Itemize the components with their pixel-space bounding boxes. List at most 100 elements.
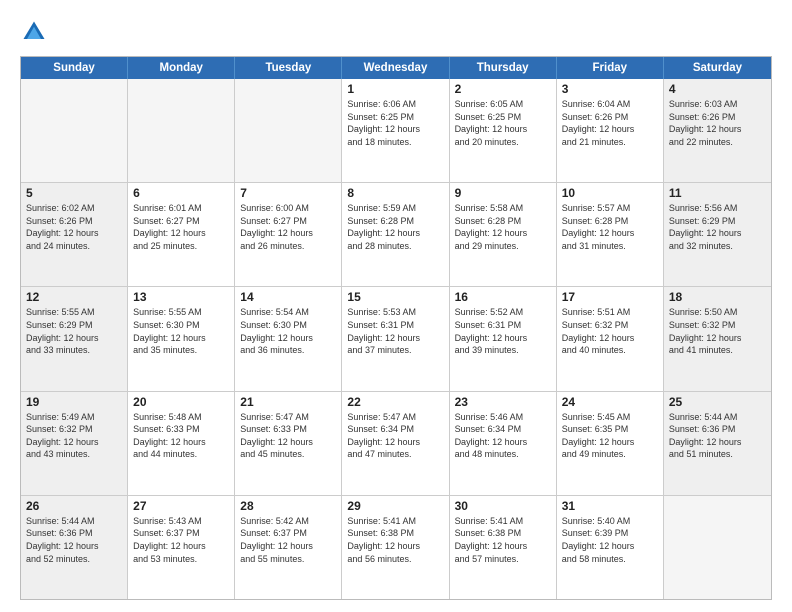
calendar: SundayMondayTuesdayWednesdayThursdayFrid… bbox=[20, 56, 772, 600]
day-number: 30 bbox=[455, 499, 551, 513]
day-info: Sunrise: 5:54 AM Sunset: 6:30 PM Dayligh… bbox=[240, 306, 336, 356]
day-number: 23 bbox=[455, 395, 551, 409]
day-info: Sunrise: 5:58 AM Sunset: 6:28 PM Dayligh… bbox=[455, 202, 551, 252]
page: SundayMondayTuesdayWednesdayThursdayFrid… bbox=[0, 0, 792, 612]
day-number: 25 bbox=[669, 395, 766, 409]
header bbox=[20, 18, 772, 46]
weekday-header: Wednesday bbox=[342, 57, 449, 79]
day-info: Sunrise: 5:50 AM Sunset: 6:32 PM Dayligh… bbox=[669, 306, 766, 356]
calendar-cell: 30Sunrise: 5:41 AM Sunset: 6:38 PM Dayli… bbox=[450, 496, 557, 599]
calendar-cell bbox=[235, 79, 342, 182]
day-number: 16 bbox=[455, 290, 551, 304]
day-info: Sunrise: 5:57 AM Sunset: 6:28 PM Dayligh… bbox=[562, 202, 658, 252]
day-number: 28 bbox=[240, 499, 336, 513]
day-info: Sunrise: 6:05 AM Sunset: 6:25 PM Dayligh… bbox=[455, 98, 551, 148]
calendar-cell: 31 Sunrise: 5:40 AM Sunset: 6:39 PM Dayli… bbox=[557, 496, 664, 599]
calendar-cell bbox=[21, 79, 128, 182]
day-number: 7 bbox=[240, 186, 336, 200]
day-info: Sunrise: 5:55 AM Sunset: 6:30 PM Dayligh… bbox=[133, 306, 229, 356]
day-info: Sunrise: 5:59 AM Sunset: 6:28 PM Dayligh… bbox=[347, 202, 443, 252]
day-number: 6 bbox=[133, 186, 229, 200]
weekday-header: Friday bbox=[557, 57, 664, 79]
weekday-header: Sunday bbox=[21, 57, 128, 79]
day-info: Sunrise: 5:49 AM Sunset: 6:32 PM Dayligh… bbox=[26, 411, 122, 461]
calendar-cell: 5Sunrise: 6:02 AM Sunset: 6:26 PM Daylig… bbox=[21, 183, 128, 286]
day-number: 31 bbox=[562, 499, 658, 513]
calendar-cell: 2 Sunrise: 6:05 AM Sunset: 6:25 PM Daylig… bbox=[450, 79, 557, 182]
calendar-body: 1 Sunrise: 6:06 AM Sunset: 6:25 PM Daylig… bbox=[21, 79, 771, 599]
calendar-cell: 7 Sunrise: 6:00 AM Sunset: 6:27 PM Daylig… bbox=[235, 183, 342, 286]
day-info: Sunrise: 5:44 AM Sunset: 6:36 PM Dayligh… bbox=[26, 515, 122, 565]
day-info: Sunrise: 6:00 AM Sunset: 6:27 PM Dayligh… bbox=[240, 202, 336, 252]
day-number: 5 bbox=[26, 186, 122, 200]
day-info: Sunrise: 5:47 AM Sunset: 6:34 PM Dayligh… bbox=[347, 411, 443, 461]
day-info: Sunrise: 5:46 AM Sunset: 6:34 PM Dayligh… bbox=[455, 411, 551, 461]
day-info: Sunrise: 5:42 AM Sunset: 6:37 PM Dayligh… bbox=[240, 515, 336, 565]
day-info: Sunrise: 5:41 AM Sunset: 6:38 PM Dayligh… bbox=[347, 515, 443, 565]
day-number: 13 bbox=[133, 290, 229, 304]
day-number: 15 bbox=[347, 290, 443, 304]
calendar-cell: 17Sunrise: 5:51 AM Sunset: 6:32 PM Dayli… bbox=[557, 287, 664, 390]
calendar-cell: 26 Sunrise: 5:44 AM Sunset: 6:36 PM Dayli… bbox=[21, 496, 128, 599]
calendar-cell: 22 Sunrise: 5:47 AM Sunset: 6:34 PM Dayli… bbox=[342, 392, 449, 495]
day-info: Sunrise: 6:06 AM Sunset: 6:25 PM Dayligh… bbox=[347, 98, 443, 148]
logo bbox=[20, 18, 52, 46]
day-number: 4 bbox=[669, 82, 766, 96]
calendar-row: 19 Sunrise: 5:49 AM Sunset: 6:32 PM Dayli… bbox=[21, 391, 771, 495]
day-number: 18 bbox=[669, 290, 766, 304]
day-info: Sunrise: 5:48 AM Sunset: 6:33 PM Dayligh… bbox=[133, 411, 229, 461]
calendar-row: 5Sunrise: 6:02 AM Sunset: 6:26 PM Daylig… bbox=[21, 182, 771, 286]
day-number: 8 bbox=[347, 186, 443, 200]
day-info: Sunrise: 6:04 AM Sunset: 6:26 PM Dayligh… bbox=[562, 98, 658, 148]
day-info: Sunrise: 5:55 AM Sunset: 6:29 PM Dayligh… bbox=[26, 306, 122, 356]
calendar-cell: 24Sunrise: 5:45 AM Sunset: 6:35 PM Dayli… bbox=[557, 392, 664, 495]
calendar-cell: 14 Sunrise: 5:54 AM Sunset: 6:30 PM Dayli… bbox=[235, 287, 342, 390]
logo-icon bbox=[20, 18, 48, 46]
day-info: Sunrise: 5:53 AM Sunset: 6:31 PM Dayligh… bbox=[347, 306, 443, 356]
day-info: Sunrise: 6:01 AM Sunset: 6:27 PM Dayligh… bbox=[133, 202, 229, 252]
calendar-cell: 4Sunrise: 6:03 AM Sunset: 6:26 PM Daylig… bbox=[664, 79, 771, 182]
day-number: 11 bbox=[669, 186, 766, 200]
day-number: 14 bbox=[240, 290, 336, 304]
day-info: Sunrise: 5:43 AM Sunset: 6:37 PM Dayligh… bbox=[133, 515, 229, 565]
calendar-cell: 10Sunrise: 5:57 AM Sunset: 6:28 PM Dayli… bbox=[557, 183, 664, 286]
calendar-cell: 12 Sunrise: 5:55 AM Sunset: 6:29 PM Dayli… bbox=[21, 287, 128, 390]
day-number: 26 bbox=[26, 499, 122, 513]
calendar-cell: 21Sunrise: 5:47 AM Sunset: 6:33 PM Dayli… bbox=[235, 392, 342, 495]
calendar-row: 1 Sunrise: 6:06 AM Sunset: 6:25 PM Daylig… bbox=[21, 79, 771, 182]
calendar-cell: 9 Sunrise: 5:58 AM Sunset: 6:28 PM Daylig… bbox=[450, 183, 557, 286]
calendar-cell: 16 Sunrise: 5:52 AM Sunset: 6:31 PM Dayli… bbox=[450, 287, 557, 390]
day-info: Sunrise: 5:47 AM Sunset: 6:33 PM Dayligh… bbox=[240, 411, 336, 461]
day-info: Sunrise: 5:40 AM Sunset: 6:39 PM Dayligh… bbox=[562, 515, 658, 565]
calendar-cell bbox=[128, 79, 235, 182]
day-number: 22 bbox=[347, 395, 443, 409]
calendar-cell: 23 Sunrise: 5:46 AM Sunset: 6:34 PM Dayli… bbox=[450, 392, 557, 495]
day-number: 12 bbox=[26, 290, 122, 304]
calendar-cell: 8 Sunrise: 5:59 AM Sunset: 6:28 PM Daylig… bbox=[342, 183, 449, 286]
day-info: Sunrise: 5:56 AM Sunset: 6:29 PM Dayligh… bbox=[669, 202, 766, 252]
calendar-cell: 15 Sunrise: 5:53 AM Sunset: 6:31 PM Dayli… bbox=[342, 287, 449, 390]
weekday-header: Saturday bbox=[664, 57, 771, 79]
calendar-cell: 6 Sunrise: 6:01 AM Sunset: 6:27 PM Daylig… bbox=[128, 183, 235, 286]
calendar-cell: 20 Sunrise: 5:48 AM Sunset: 6:33 PM Dayli… bbox=[128, 392, 235, 495]
day-number: 1 bbox=[347, 82, 443, 96]
calendar-cell: 27 Sunrise: 5:43 AM Sunset: 6:37 PM Dayli… bbox=[128, 496, 235, 599]
day-number: 19 bbox=[26, 395, 122, 409]
calendar-cell: 3 Sunrise: 6:04 AM Sunset: 6:26 PM Daylig… bbox=[557, 79, 664, 182]
calendar-cell: 25Sunrise: 5:44 AM Sunset: 6:36 PM Dayli… bbox=[664, 392, 771, 495]
day-number: 20 bbox=[133, 395, 229, 409]
calendar-header: SundayMondayTuesdayWednesdayThursdayFrid… bbox=[21, 57, 771, 79]
day-number: 27 bbox=[133, 499, 229, 513]
day-info: Sunrise: 5:52 AM Sunset: 6:31 PM Dayligh… bbox=[455, 306, 551, 356]
calendar-cell: 13 Sunrise: 5:55 AM Sunset: 6:30 PM Dayli… bbox=[128, 287, 235, 390]
calendar-row: 26 Sunrise: 5:44 AM Sunset: 6:36 PM Dayli… bbox=[21, 495, 771, 599]
weekday-header: Thursday bbox=[450, 57, 557, 79]
day-number: 29 bbox=[347, 499, 443, 513]
day-number: 9 bbox=[455, 186, 551, 200]
weekday-header: Tuesday bbox=[235, 57, 342, 79]
day-number: 2 bbox=[455, 82, 551, 96]
calendar-cell: 19 Sunrise: 5:49 AM Sunset: 6:32 PM Dayli… bbox=[21, 392, 128, 495]
day-info: Sunrise: 5:51 AM Sunset: 6:32 PM Dayligh… bbox=[562, 306, 658, 356]
calendar-cell: 29 Sunrise: 5:41 AM Sunset: 6:38 PM Dayli… bbox=[342, 496, 449, 599]
day-number: 3 bbox=[562, 82, 658, 96]
